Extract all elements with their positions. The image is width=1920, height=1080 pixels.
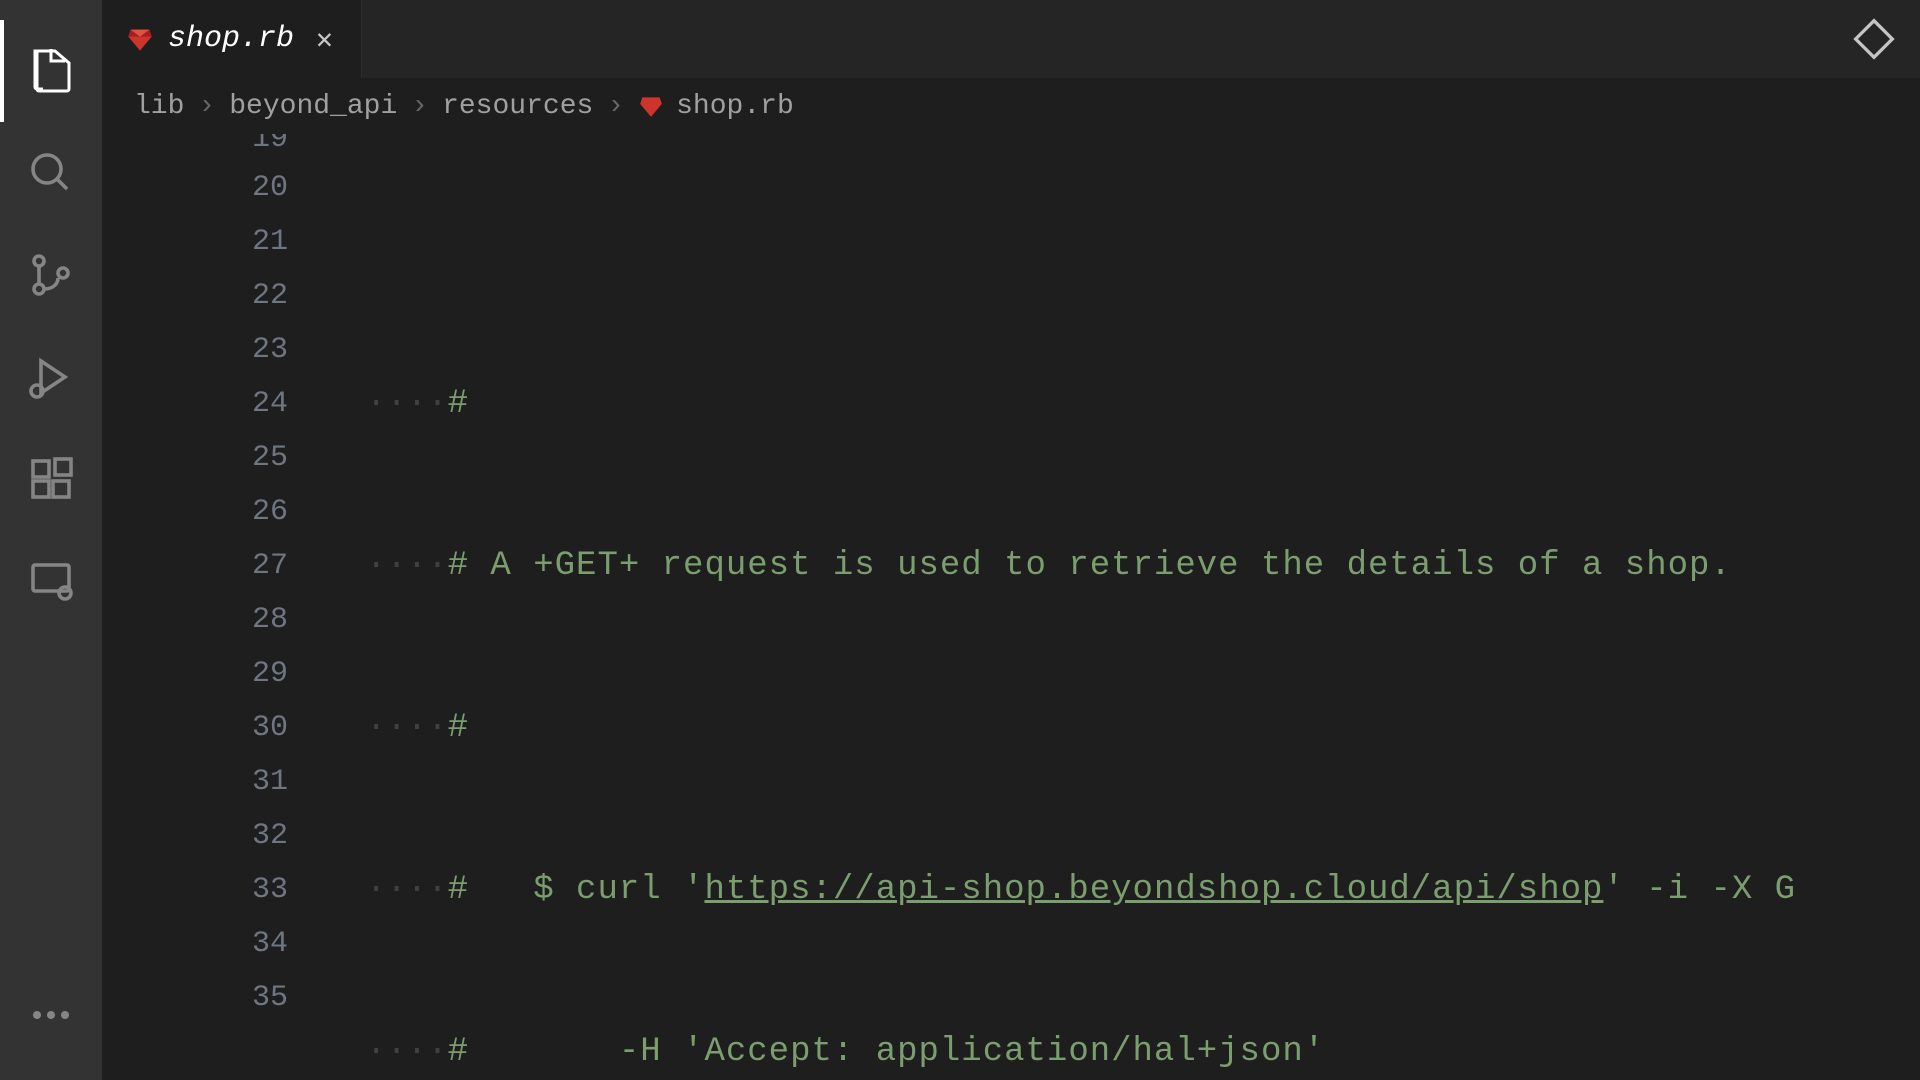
tab-actions — [362, 0, 1920, 78]
tab-shop-rb[interactable]: shop.rb ✕ — [102, 0, 362, 78]
source-control-icon[interactable] — [0, 224, 102, 326]
debug-icon[interactable] — [0, 326, 102, 428]
code-line[interactable]: ····# -H 'Accept: application/hal+json' — [312, 1025, 1920, 1079]
search-icon[interactable] — [0, 122, 102, 224]
code-line[interactable]: ····# — [312, 377, 1920, 431]
chevron-right-icon: › — [411, 91, 428, 122]
close-icon[interactable]: ✕ — [316, 22, 333, 57]
main-area: shop.rb ✕ lib › beyond_api › resources ›… — [102, 0, 1920, 1080]
code-line[interactable]: ····# — [312, 701, 1920, 755]
code-line[interactable]: ····# $ curl 'https://api-shop.beyondsho… — [312, 863, 1920, 917]
tab-bar: shop.rb ✕ — [102, 0, 1920, 78]
code-line[interactable]: ····# A +GET+ request is used to retriev… — [312, 539, 1920, 593]
activity-bar — [0, 0, 102, 1080]
editor[interactable]: 19 20 21 22 23 24 25 26 27 28 29 30 31 3… — [102, 134, 1920, 1080]
chevron-right-icon: › — [198, 91, 215, 122]
tab-filename: shop.rb — [168, 22, 294, 56]
ruby-icon — [638, 93, 664, 119]
breadcrumb-seg[interactable]: lib — [134, 91, 184, 122]
diff-icon[interactable] — [1852, 17, 1896, 61]
breadcrumb-file[interactable]: shop.rb — [676, 91, 794, 122]
ruby-icon — [126, 25, 154, 53]
explorer-icon[interactable] — [0, 20, 102, 122]
code-content[interactable]: ····# ····# A +GET+ request is used to r… — [312, 134, 1920, 1080]
extensions-icon[interactable] — [0, 428, 102, 530]
breadcrumb-seg[interactable]: beyond_api — [229, 91, 397, 122]
breadcrumb[interactable]: lib › beyond_api › resources › shop.rb — [102, 78, 1920, 134]
remote-icon[interactable] — [0, 530, 102, 632]
more-icon[interactable] — [0, 980, 102, 1050]
breadcrumb-seg[interactable]: resources — [442, 91, 593, 122]
chevron-right-icon: › — [607, 91, 624, 122]
line-numbers: 19 20 21 22 23 24 25 26 27 28 29 30 31 3… — [102, 134, 312, 1080]
